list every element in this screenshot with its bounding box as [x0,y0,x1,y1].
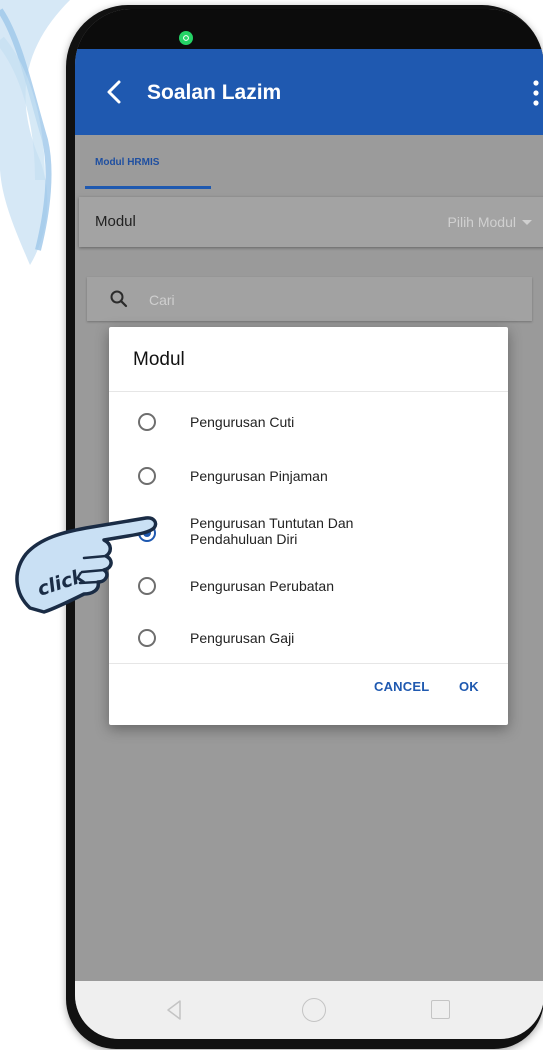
caret-down-icon [522,219,532,225]
tab-modul-hrmis[interactable]: Modul HRMIS [95,157,159,168]
more-vertical-icon[interactable] [532,79,540,107]
module-dropdown[interactable]: Pilih Modul [448,214,532,230]
ok-button[interactable]: OK [459,679,479,694]
search-bar[interactable] [87,277,532,323]
pointing-hand-annotation: click [15,516,158,614]
dialog-divider [109,663,508,664]
radio-button[interactable] [138,413,156,431]
tab-active-indicator [85,186,211,189]
module-filter-row[interactable]: Modul Pilih Modul [79,197,543,247]
nav-recent-icon[interactable] [431,1000,450,1019]
app-bar: Soalan Lazim [75,49,543,135]
radio-button[interactable] [138,467,156,485]
option-label: Pengurusan Perubatan [190,578,334,594]
search-icon [110,290,128,308]
search-input[interactable] [147,277,451,323]
dialog-divider [109,391,508,392]
module-filter-label: Modul [95,213,136,230]
option-pengurusan-cuti[interactable]: Pengurusan Cuti [109,397,508,447]
option-label: Pengurusan Gaji [190,630,295,646]
radio-button[interactable] [138,629,156,647]
nav-back-icon[interactable] [165,999,183,1021]
option-label: Pengurusan Tuntutan Dan Pendahuluan Diri [190,515,354,547]
page-title: Soalan Lazim [147,81,282,104]
nav-home-icon[interactable] [302,998,326,1022]
tab-bar: Modul HRMIS [75,135,543,193]
pointing-hand-icon [15,516,158,614]
cancel-button[interactable]: CANCEL [374,679,429,694]
module-dropdown-value: Pilih Modul [447,214,516,230]
system-navigation-bar [75,981,543,1039]
option-label: Pengurusan Cuti [190,414,295,430]
dialog-title: Modul [133,349,185,370]
status-bar [75,9,543,49]
whatsapp-icon [179,31,193,45]
chevron-left-icon[interactable] [105,79,123,105]
option-label: Pengurusan Pinjaman [190,468,328,484]
